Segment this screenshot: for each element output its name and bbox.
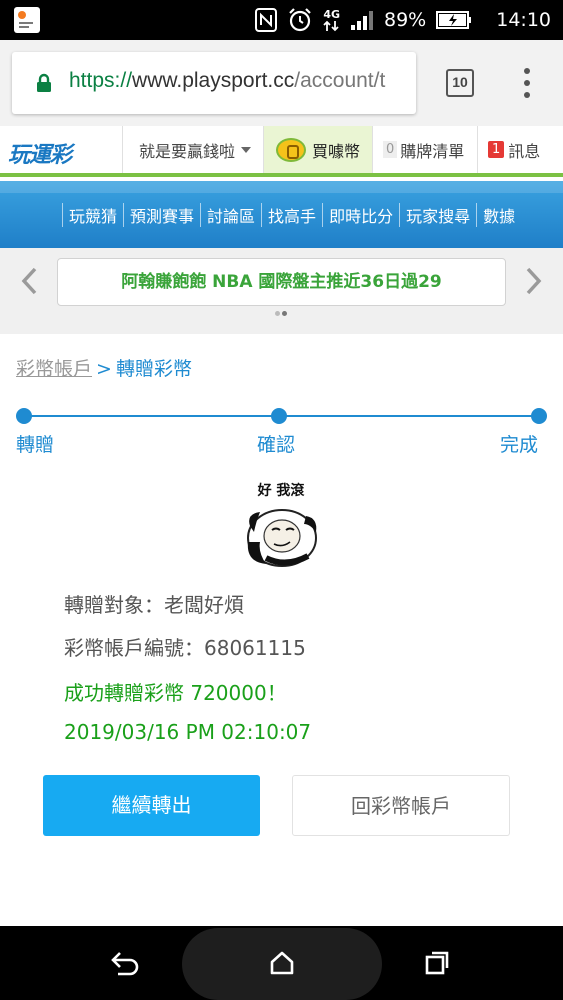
banner-carousel: 阿翰賺飽飽 NBA 國際盤主推近36日過29 — [0, 248, 563, 334]
chevron-right-icon[interactable] — [525, 266, 543, 296]
back-to-coin-account-button[interactable]: 回彩幣帳戶 — [292, 775, 510, 836]
caret-down-icon — [241, 146, 252, 153]
battery-percent: 89% — [384, 9, 427, 31]
home-icon[interactable] — [269, 950, 295, 976]
clock: 14:10 — [496, 9, 551, 31]
breadcrumb-separator: > — [96, 358, 112, 380]
url-text: https://www.playsport.cc/account/t — [69, 69, 385, 93]
status-bar: 4G 89% 14:10 — [0, 0, 563, 40]
banner-headline[interactable]: 阿翰賺飽飽 NBA 國際盤主推近36日過29 — [57, 258, 506, 306]
site-logo[interactable]: 玩運彩 — [8, 137, 72, 169]
message-count-badge: 1 — [488, 141, 505, 158]
nav-item-guess[interactable]: 玩競猜 — [62, 203, 123, 227]
nav-item-forum[interactable]: 討論區 — [200, 203, 261, 227]
step-label-confirm: 確認 — [257, 434, 296, 456]
step-dot-complete — [531, 408, 547, 424]
battery-charging-icon — [436, 10, 472, 30]
nav-item-player-search[interactable]: 玩家搜尋 — [399, 203, 476, 227]
account-number-text: 彩幣帳戶編號：68061115 — [64, 636, 306, 660]
breadcrumb: 彩幣帳戶 > 轉贈彩幣 — [16, 354, 192, 381]
recipient-text: 轉贈對象：老闆好煩 — [64, 593, 244, 617]
step-label-complete: 完成 — [500, 434, 539, 456]
system-nav-bar — [0, 926, 563, 1000]
success-message: 成功轉贈彩幣 720000！ — [64, 681, 287, 705]
nav-item-live-scores[interactable]: 即時比分 — [322, 203, 399, 227]
step-dot-confirm — [271, 408, 287, 424]
messages-button[interactable]: 1 訊息 — [477, 126, 563, 173]
sticker-caption: 好 我滾 — [257, 483, 305, 499]
user-dropdown[interactable]: 就是要贏錢啦 — [122, 126, 263, 173]
chevron-left-icon[interactable] — [20, 266, 38, 296]
tab-switcher-button[interactable]: 10 — [446, 69, 474, 97]
step-label-transfer: 轉贈 — [16, 434, 55, 456]
alarm-icon — [287, 7, 313, 33]
nav-item-stats[interactable]: 數據 — [476, 203, 521, 227]
cart-count-badge: 0 — [383, 141, 398, 158]
messages-label: 訊息 — [508, 141, 541, 161]
nav-item-predictions[interactable]: 預測賽事 — [123, 203, 200, 227]
lock-icon — [36, 73, 52, 97]
buy-coin-button[interactable]: 買噱幣 — [263, 126, 372, 173]
transfer-timestamp: 2019/03/16 PM 02:10:07 — [64, 720, 312, 744]
buy-coin-label: 買噱幣 — [312, 141, 361, 161]
url-path: /account/t — [294, 69, 386, 92]
recent-apps-icon[interactable] — [424, 950, 450, 976]
cart-label: 購牌清單 — [400, 141, 465, 161]
back-icon[interactable] — [110, 950, 140, 976]
browser-toolbar: https://www.playsport.cc/account/t 10 — [0, 40, 563, 126]
panda-face-icon — [247, 509, 317, 567]
breadcrumb-coin-account[interactable]: 彩幣帳戶 — [16, 358, 92, 380]
url-host: www.playsport.cc — [132, 69, 295, 92]
continue-transfer-button[interactable]: 繼續轉出 — [43, 775, 260, 836]
cart-button[interactable]: 0 購牌清單 — [372, 126, 477, 173]
notification-app-icon — [14, 7, 40, 33]
nfc-icon — [255, 8, 278, 32]
main-nav: 玩競猜 預測賽事 討論區 找高手 即時比分 玩家搜尋 數據 — [0, 181, 563, 248]
breadcrumb-current: 轉贈彩幣 — [115, 358, 192, 380]
url-scheme: https:// — [69, 69, 133, 92]
step-dot-transfer — [16, 408, 32, 424]
more-menu-icon[interactable] — [520, 68, 534, 98]
network-type-icon: 4G — [323, 9, 340, 32]
user-dropdown-label: 就是要贏錢啦 — [139, 141, 236, 161]
coin-icon — [276, 137, 306, 162]
carousel-indicator — [275, 311, 287, 316]
signal-icon — [350, 9, 374, 31]
sticker-image: 好 我滾 — [236, 474, 326, 572]
address-bar[interactable]: https://www.playsport.cc/account/t — [12, 52, 416, 114]
site-header: 玩運彩 就是要贏錢啦 買噱幣 0 購牌清單 1 訊息 — [0, 126, 563, 177]
nav-item-experts[interactable]: 找高手 — [261, 203, 322, 227]
